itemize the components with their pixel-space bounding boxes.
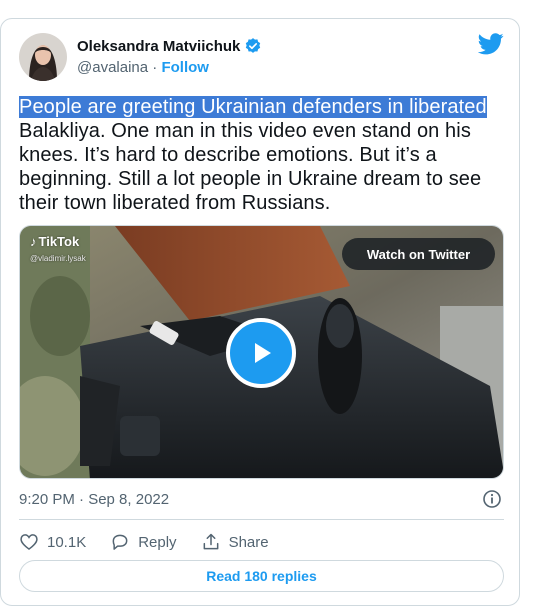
author-handle[interactable]: @avalaina	[77, 59, 148, 76]
tiktok-watermark: ♪ TikTok	[30, 234, 79, 249]
follow-link[interactable]: Follow	[161, 59, 209, 76]
avatar[interactable]	[19, 33, 67, 81]
play-icon	[255, 343, 271, 363]
reply-bubble-icon	[112, 534, 128, 550]
tiktok-handle: @vladimir.lysak	[30, 254, 86, 263]
divider	[19, 519, 504, 520]
author-name-row[interactable]: Oleksandra Matviichuk	[77, 37, 262, 55]
reply-label: Reply	[138, 533, 177, 551]
reply-button[interactable]: Reply	[110, 532, 177, 552]
tweet-text: People are greeting Ukrainian defenders …	[19, 95, 509, 215]
tweet-timestamp[interactable]: 9:20 PM · Sep 8, 2022	[19, 491, 169, 508]
share-icon	[203, 533, 218, 550]
share-button[interactable]: Share	[201, 532, 269, 552]
author-name[interactable]: Oleksandra Matviichuk	[77, 38, 240, 55]
twitter-bird-icon[interactable]	[478, 33, 504, 55]
author-handle-row: @avalaina · Follow	[77, 59, 209, 76]
video-media[interactable]: ♪ TikTok @vladimir.lysak Watch on Twitte…	[19, 225, 504, 479]
like-count: 10.1K	[47, 533, 87, 551]
like-button[interactable]: 10.1K	[19, 532, 86, 552]
tweet-text-selected: People are greeting Ukrainian defenders …	[19, 96, 487, 118]
tweet-card: Oleksandra Matviichuk @avalaina · Follow…	[0, 18, 520, 606]
verified-badge-icon	[246, 38, 261, 53]
tiktok-logo-icon: ♪	[30, 234, 37, 249]
action-bar: 10.1K Reply Share	[19, 529, 293, 555]
heart-icon	[20, 534, 38, 551]
tweet-text-rest: Balakliya. One man in this video even st…	[19, 120, 482, 214]
read-replies-button[interactable]: Read 180 replies	[19, 560, 504, 592]
watch-on-twitter-button[interactable]: Watch on Twitter	[342, 238, 495, 270]
info-icon[interactable]	[482, 489, 502, 509]
play-button[interactable]	[226, 318, 296, 388]
separator: ·	[152, 59, 158, 76]
share-label: Share	[228, 533, 269, 551]
tiktok-brand: TikTok	[38, 234, 80, 249]
